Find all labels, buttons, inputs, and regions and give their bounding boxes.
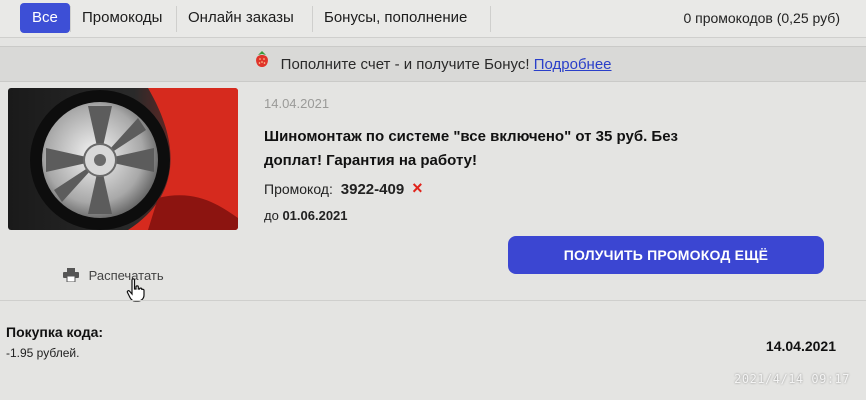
banner-text: Пополните счет - и получите Бонус! (280, 56, 530, 73)
valid-date: 01.06.2021 (282, 208, 348, 223)
get-promocode-button[interactable]: ПОЛУЧИТЬ ПРОМОКОД ЕЩЁ (508, 236, 824, 274)
purchase-date: 14.04.2021 (765, 338, 836, 354)
promo-code-row: Промокод: 3922-409 × (264, 178, 423, 199)
tab-all[interactable]: Все (20, 3, 70, 33)
remove-icon[interactable]: × (412, 178, 423, 198)
promo-code-label: Промокод: (264, 181, 333, 197)
strawberry-icon (254, 47, 270, 83)
valid-until: до 01.06.2021 (264, 208, 348, 223)
banner-details-link[interactable]: Подробнее (534, 56, 612, 73)
coupon-date: 14.04.2021 (264, 96, 330, 111)
section-divider (0, 300, 866, 301)
coupon-title: Шиномонтаж по системе "все включено" от … (264, 128, 679, 169)
promocode-counter: 0 промокодов (0,25 руб) (683, 10, 840, 26)
purchase-amount: -1.95 рублей. (6, 346, 80, 360)
valid-prefix: до (264, 208, 279, 223)
print-link[interactable]: Распечатать (63, 268, 164, 285)
tab-promocodes[interactable]: Промокоды (70, 3, 174, 33)
car-wheel-image (8, 88, 238, 230)
photo-timestamp: 2021/4/14 09:17 (734, 372, 850, 386)
promo-code-value: 3922-409 (340, 181, 405, 198)
tab-bonuses[interactable]: Бонусы, пополнение (312, 3, 479, 33)
tab-divider (490, 6, 491, 32)
bonus-banner: Пополните счет - и получите Бонус! Подро… (0, 46, 866, 82)
purchase-label: Покупка кода: (6, 324, 104, 340)
filter-tabs: Все Промокоды Онлайн заказы Бонусы, попо… (0, 0, 866, 38)
hand-cursor-icon (126, 278, 146, 307)
tab-online-orders[interactable]: Онлайн заказы (176, 3, 306, 33)
printer-icon (63, 268, 79, 285)
